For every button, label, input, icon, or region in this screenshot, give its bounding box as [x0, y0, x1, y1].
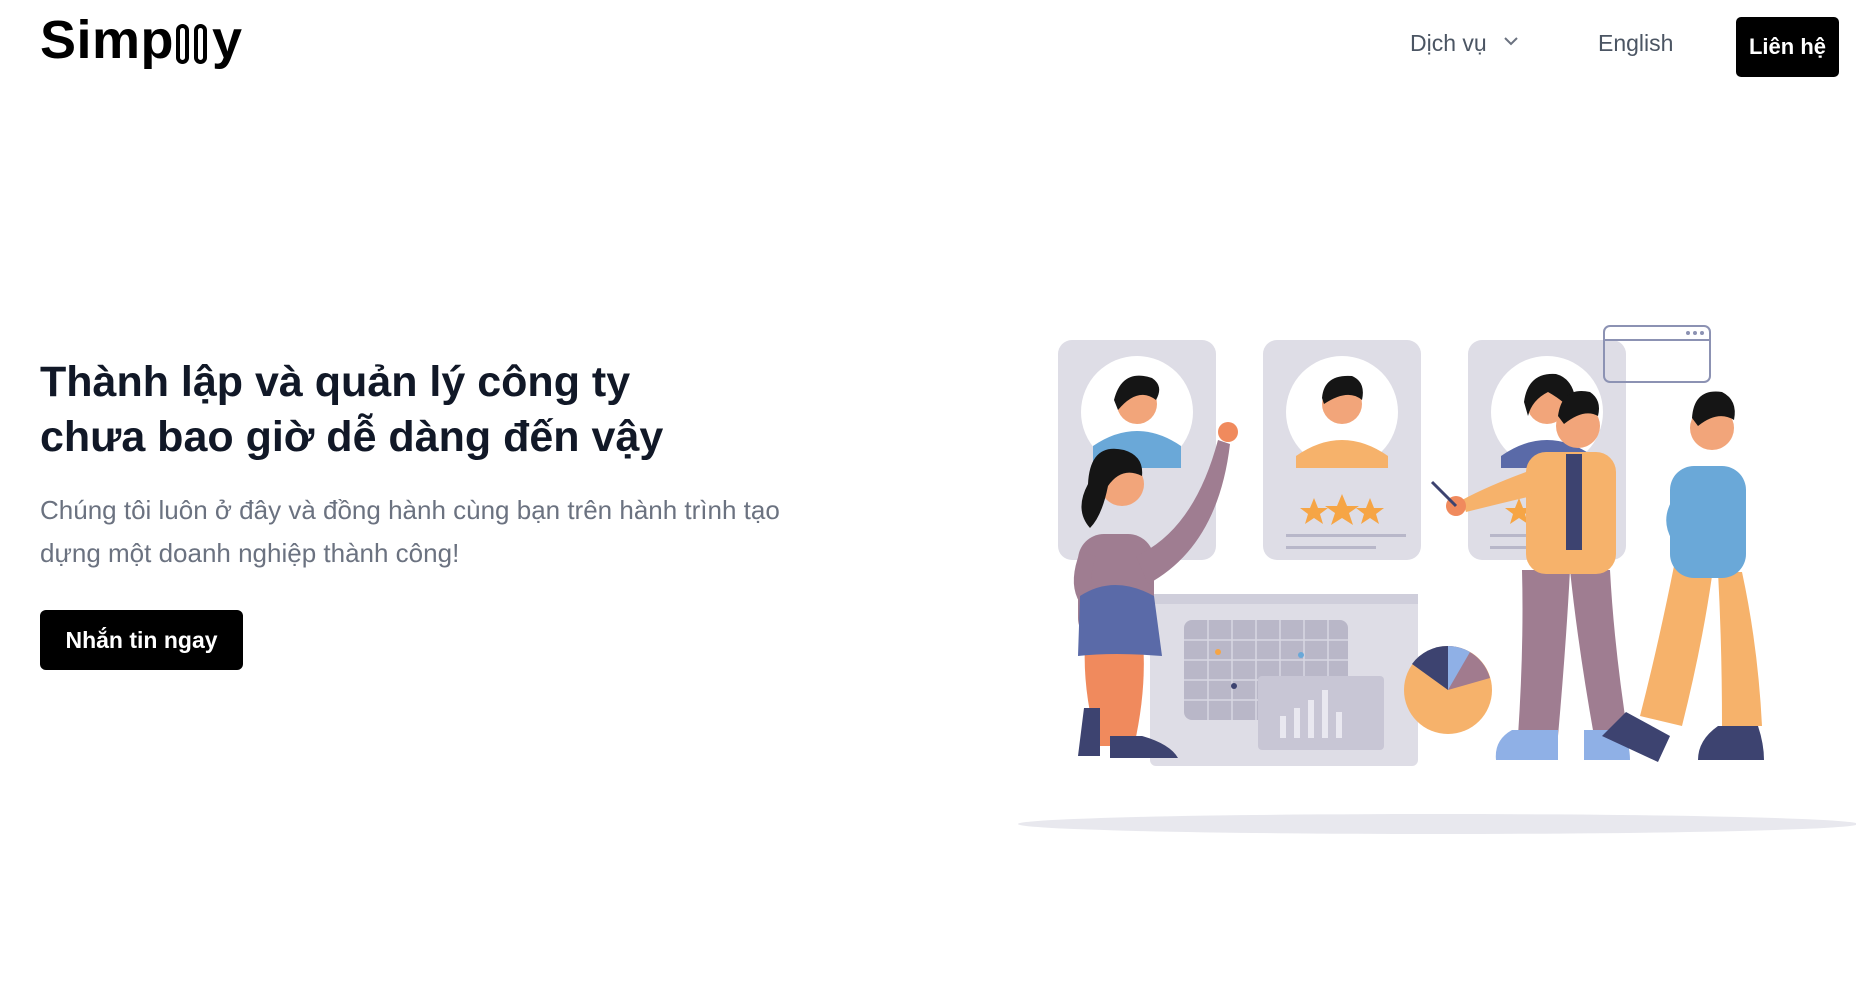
language-switcher[interactable]: English [1598, 30, 1673, 57]
hero-title-line1: Thành lập và quản lý công ty [40, 358, 631, 406]
hero-subtitle-line2: dựng một doanh nghiệp thành công! [40, 538, 460, 568]
profile-card-2 [1263, 340, 1421, 560]
logo-text: Simp y [40, 10, 243, 70]
hero-title: Thành lập và quản lý công ty chưa bao gi… [40, 355, 800, 465]
nav-services-label: Dịch vụ [1410, 30, 1487, 56]
contact-button[interactable]: Liên hệ [1736, 17, 1839, 77]
dashboard-board [1150, 594, 1418, 766]
hero-illustration [1018, 325, 1856, 834]
hero-title-line2: chưa bao giờ dễ dàng đến vậy [40, 413, 664, 461]
nav-services-dropdown[interactable]: Dịch vụ [1410, 30, 1521, 57]
hero-subtitle-line1: Chúng tôi luôn ở đây và đồng hành cùng b… [40, 495, 780, 525]
chevron-down-icon [1501, 30, 1521, 57]
message-now-button[interactable]: Nhắn tin ngay [40, 610, 243, 670]
ground-shadow [1018, 814, 1856, 834]
logo[interactable]: Simp y [40, 4, 243, 76]
pie-chart-graphic [1404, 645, 1492, 734]
navbar: Simp y Dịch vụ English Liên hệ [0, 0, 1856, 82]
hero-subtitle: Chúng tôi luôn ở đây và đồng hành cùng b… [40, 489, 840, 575]
man-thinking-figure [1602, 391, 1764, 762]
